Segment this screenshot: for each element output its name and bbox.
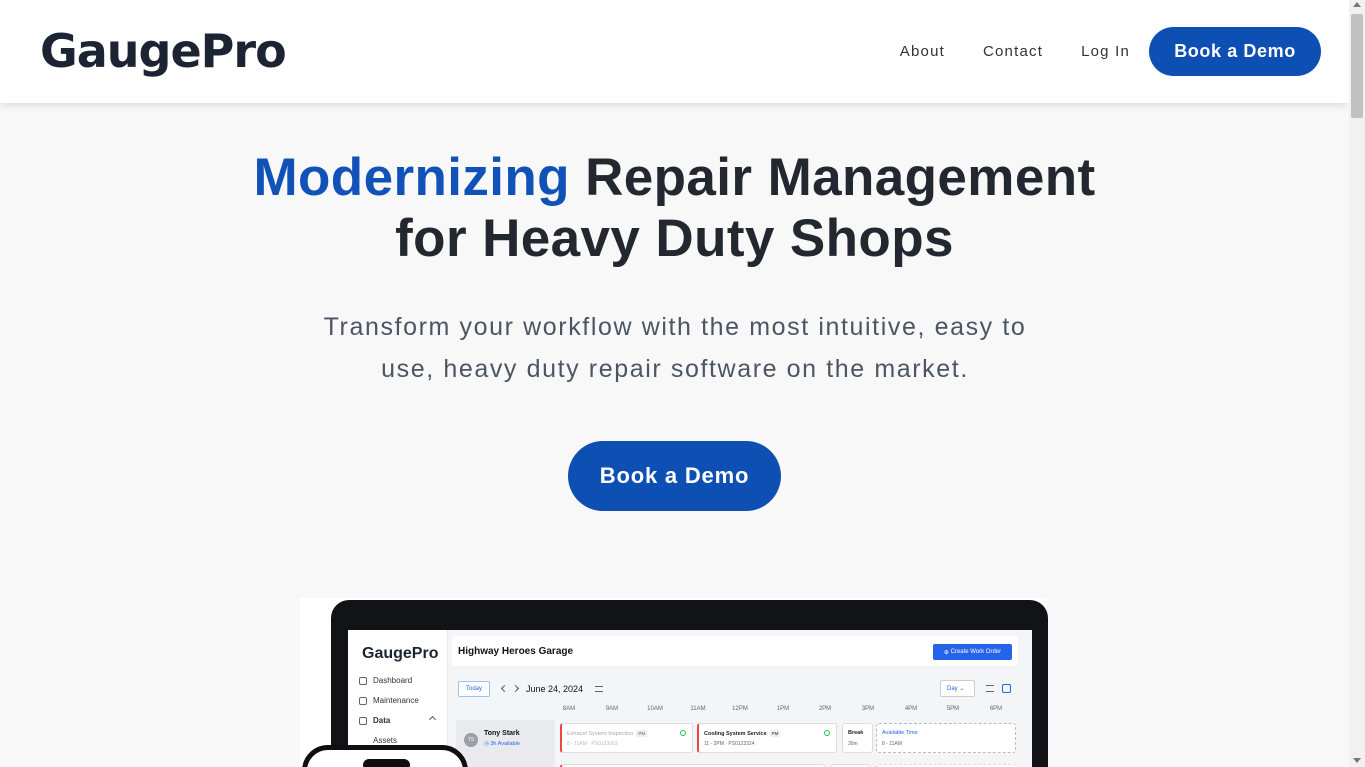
hero-subtitle-line1: Transform your workflow with the most in…	[323, 313, 1027, 341]
hour-label: 2PM	[818, 706, 832, 712]
chevron-up-icon	[428, 715, 437, 724]
pm-tag: PM	[769, 730, 781, 737]
available-time-card: Available Time 8 - 11AM	[876, 723, 1016, 753]
hour-label: 12PM	[732, 706, 748, 712]
app-day-select-label: Day	[947, 686, 958, 692]
app-sidebar-data: Data	[359, 716, 390, 725]
app-sidebar-dashboard: Dashboard	[359, 676, 412, 685]
hour-label: 8AM	[562, 706, 576, 712]
wrench-icon	[359, 696, 367, 705]
app-garage-title: Highway Heroes Garage	[458, 646, 574, 657]
scroll-down-arrow-icon[interactable]	[1353, 758, 1361, 763]
check-circle-icon	[680, 730, 686, 736]
hour-label: 10AM	[647, 706, 663, 712]
app-sidebar-assets-label: Assets	[373, 736, 398, 745]
gaugepro-logo[interactable]: GaugePro	[40, 24, 287, 78]
hour-label: 9AM	[605, 706, 619, 712]
hour-label: 6PM	[989, 706, 1003, 712]
phone-mockup	[302, 745, 468, 767]
app-hour-scale: 8AM 9AM 10AM 11AM 12PM 1PM 2PM 3PM 4PM 5…	[560, 706, 1020, 716]
hero-title-line2: for Heavy Duty Shops	[395, 209, 954, 268]
pm-tag: PM	[636, 730, 648, 737]
job-card: Cooling System Service PM 11 - 2PM · PS01…	[697, 723, 837, 753]
hero-subtitle-line2: use, heavy duty repair software on the m…	[381, 355, 969, 383]
app-main: Highway Heroes Garage ⊕ Create Work Orde…	[452, 636, 1018, 767]
available-time-sub: 8 - 11AM	[882, 741, 902, 747]
app-day-select: Day ⌄	[940, 680, 975, 697]
page-scrollbar[interactable]	[1349, 0, 1365, 767]
break-card: Break 30m	[842, 723, 873, 753]
tech-name: Tony Stark	[484, 730, 520, 737]
job-card-sub: 11 - 2PM · PS0123324	[704, 741, 755, 747]
break-card-title: Break	[848, 730, 864, 736]
job-card: Exhaust System Inspection PM 8 - 11AM · P…	[560, 723, 693, 753]
chevron-left-icon	[500, 684, 509, 693]
avatar: TS	[464, 733, 478, 747]
hour-label: 5PM	[946, 706, 960, 712]
app-sidebar-dashboard-label: Dashboard	[373, 676, 413, 685]
hour-label: 4PM	[904, 706, 918, 712]
job-card-title: Exhaust System Inspection PM	[567, 730, 648, 737]
app-technician-row: TS Tony Stark ◷ 3h Available	[456, 720, 555, 767]
hero-title-accent: Modernizing	[253, 148, 570, 207]
hero-title-rest: Repair Management	[585, 148, 1096, 207]
job-card-title-text: Exhaust System Inspection	[567, 731, 634, 737]
break-card-sub: 30m	[848, 741, 858, 747]
app-sidebar-maintenance-label: Maintenance	[373, 696, 419, 705]
site-header: GaugePro About Contact Log In Book a Dem…	[0, 0, 1349, 103]
app-sidebar-data-label: Data	[373, 716, 391, 725]
app-sidebar-maintenance: Maintenance	[359, 696, 419, 705]
hero-subtitle: Transform your workflow with the most in…	[290, 306, 1060, 390]
phone-notch	[363, 759, 410, 767]
app-today-button: Today	[458, 681, 490, 697]
database-icon	[359, 716, 367, 725]
app-date-label: June 24, 2024	[526, 684, 584, 694]
check-circle-icon	[824, 730, 830, 736]
app-create-work-order-button: ⊕ Create Work Order	[933, 644, 1012, 660]
app-create-work-order-label: Create Work Order	[950, 649, 1002, 655]
main-nav: About Contact Log In Book a Demo	[900, 27, 1321, 76]
hero-book-demo-button[interactable]: Book a Demo	[568, 441, 781, 511]
grid-icon	[359, 676, 367, 685]
header-book-demo-button[interactable]: Book a Demo	[1149, 27, 1321, 76]
scroll-thumb[interactable]	[1351, 14, 1363, 118]
hero-title: Modernizing Repair Management for Heavy …	[0, 147, 1349, 269]
nav-about-link[interactable]: About	[900, 43, 945, 60]
scroll-up-arrow-icon[interactable]	[1353, 2, 1361, 7]
job-card-sub: 8 - 11AM · PS0123003	[567, 741, 618, 747]
filter-icon	[595, 686, 603, 692]
tech-availability: ◷ 3h Available	[484, 741, 520, 747]
hour-label: 1PM	[776, 706, 790, 712]
app-sidebar-assets: Assets	[373, 736, 397, 745]
app-garage-bar: Highway Heroes Garage ⊕ Create Work Orde…	[452, 636, 1018, 666]
list-view-icon	[986, 685, 994, 692]
calendar-view-icon	[1002, 684, 1011, 693]
job-card-title-text: Cooling System Service	[704, 731, 767, 737]
hour-label: 3PM	[861, 706, 875, 712]
chevron-right-icon	[511, 684, 520, 693]
nav-contact-link[interactable]: Contact	[983, 43, 1043, 60]
hour-label: 11AM	[690, 706, 706, 712]
tech-availability-label: 3h Available	[490, 741, 520, 747]
job-card-title: Cooling System Service PM	[704, 730, 781, 737]
nav-login-link[interactable]: Log In	[1081, 43, 1130, 60]
available-time-title: Available Time	[882, 730, 918, 736]
app-logo: GaugePro	[362, 645, 439, 662]
